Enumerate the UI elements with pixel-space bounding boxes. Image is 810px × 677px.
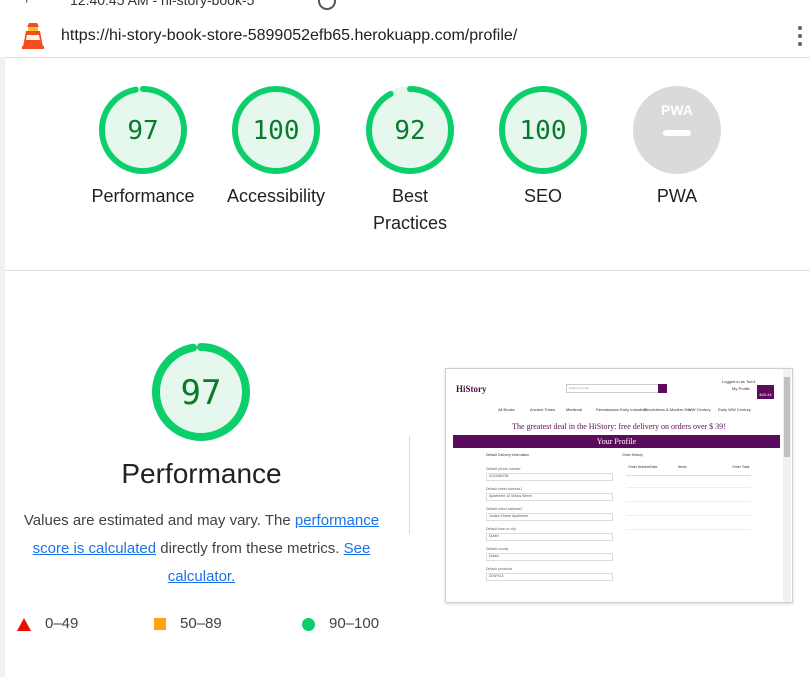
site-field: Dublin: [486, 533, 613, 541]
gauge-accessibility[interactable]: 100 Accessibility: [211, 85, 341, 210]
legend-fail: 0–49: [17, 615, 78, 632]
site-search-button: [658, 384, 667, 393]
legend-range: 0–49: [45, 615, 79, 632]
address-bar: https://hi-story-book-store-5899052efb65…: [0, 12, 810, 58]
site-nav: All Books Ancient Times Medieval Renaiss…: [498, 407, 778, 413]
gauge-label: Performance: [91, 186, 195, 206]
site-order-col: Order Number: [628, 465, 651, 469]
site-field-value: Jordan Flower Apartment: [489, 514, 529, 518]
site-deal-banner: The greatest deal in the HiStory: free d…: [512, 422, 726, 431]
site-field: Apartment 10 Vilnius Street: [486, 493, 613, 501]
vertical-separator: [409, 436, 410, 534]
legend-range: 90–100: [329, 615, 380, 632]
performance-score: 97: [181, 373, 222, 413]
site-field-label: Default town or city: [486, 527, 516, 531]
gauge-pwa[interactable]: PWA PWA: [612, 85, 742, 210]
score-value: 100: [253, 116, 300, 146]
site-search-input: Search our site: [566, 384, 660, 393]
lighthouse-icon: [22, 23, 44, 49]
site-field-value: Apartment 10 Vilnius Street: [489, 494, 532, 498]
performance-gauge: 97: [152, 343, 250, 441]
site-left-heading: Default Delivery Information: [486, 453, 530, 457]
page-screenshot-thumbnail[interactable]: HiStory Search our site Logged in as Tom…: [445, 368, 793, 603]
site-field-value: Dublin: [489, 554, 499, 558]
site-nav-item: Renaissance: [596, 407, 620, 412]
gauge-label: SEO: [523, 186, 562, 206]
site-order-col: Date: [650, 465, 658, 469]
site-profile-link: My Profile: [732, 386, 750, 391]
thumbnail-scroll-thumb: [784, 377, 790, 457]
site-field: Dublin: [486, 553, 613, 561]
performance-title: Performance: [121, 458, 282, 489]
site-right-heading: Order History: [622, 453, 643, 457]
legend-pass: 90–100: [302, 615, 379, 632]
gauge-label: Best Practices: [372, 186, 448, 233]
site-nav-item: Early WW Century: [718, 407, 751, 412]
gauge-performance[interactable]: 97 Performance: [78, 85, 208, 210]
new-tab-icon[interactable]: +: [22, 0, 31, 9]
reload-icon[interactable]: [318, 0, 336, 10]
site-nav-item: All Books: [498, 407, 515, 412]
site-field-label: Default street address2: [486, 507, 523, 511]
site-cart-button: $43.44: [757, 385, 774, 399]
circle-icon: [302, 617, 315, 631]
browser-tab-strip: + 12:40:45 AM - hi-story-book-5: [0, 0, 810, 12]
site-nav-item: Early Industrial: [620, 407, 647, 412]
site-field-value: Dublin: [489, 534, 499, 538]
legend-range: 50–89: [180, 615, 222, 632]
site-profile-bar: Your Profile: [453, 435, 780, 448]
score-ring: 92: [366, 86, 454, 174]
site-nav-item: Revolutions & Modern Era: [644, 407, 691, 412]
desc-text: Values are estimated and may vary. The: [23, 512, 295, 529]
site-field-label: Default street address1: [486, 487, 523, 491]
square-icon: [154, 618, 166, 631]
gauge-label: Accessibility: [226, 186, 326, 206]
site-login-status: Logged in as Tom1: [722, 379, 756, 384]
triangle-icon: [17, 617, 31, 631]
site-order-col: Items: [678, 465, 687, 469]
site-field-label: Default phone number: [486, 467, 521, 471]
url-text[interactable]: https://hi-story-book-store-5899052efb65…: [61, 27, 517, 45]
pwa-badge-text: PWA: [661, 102, 693, 118]
site-field: Jordan Flower Apartment: [486, 513, 613, 521]
site-order-col: Order Total: [732, 465, 750, 469]
more-menu-icon[interactable]: [793, 22, 807, 50]
site-nav-item: Ancient Times: [530, 407, 556, 412]
desc-text: directly from these metrics.: [156, 540, 344, 557]
gauge-seo[interactable]: 100 SEO: [478, 85, 608, 210]
tab-title[interactable]: 12:40:45 AM - hi-story-book-5: [70, 0, 254, 8]
category-gauges: 97 Performance 100 Accessibility 92 Best…: [0, 60, 810, 270]
score-ring: 100: [499, 86, 587, 174]
site-logo: HiStory: [456, 384, 487, 394]
site-field-label: Default postcode: [486, 567, 513, 571]
site-nav-item: Medieval: [566, 407, 583, 412]
site-profile-body: Default Delivery Information Order Histo…: [484, 453, 754, 602]
pwa-badge-icon: PWA: [633, 86, 721, 174]
site-nav-item: WW Century: [688, 407, 711, 412]
site-field: 0123456789: [486, 473, 613, 481]
gauge-label: PWA: [656, 186, 698, 206]
site-field-label: Default county: [486, 547, 509, 551]
score-value: 97: [127, 116, 158, 146]
gauge-best-practices[interactable]: 92 Best Practices: [345, 85, 475, 237]
section-divider: [5, 270, 810, 271]
score-ring: 97: [99, 86, 187, 174]
site-field-value: D01F613: [489, 574, 504, 578]
performance-description: Values are estimated and may vary. The p…: [10, 507, 393, 591]
score-ring: 100: [232, 86, 320, 174]
score-value: 92: [394, 116, 425, 146]
site-field: D01F613: [486, 573, 613, 581]
legend-average: 50–89: [154, 615, 222, 632]
site-field-value: 0123456789: [489, 474, 509, 478]
score-value: 100: [520, 116, 567, 146]
